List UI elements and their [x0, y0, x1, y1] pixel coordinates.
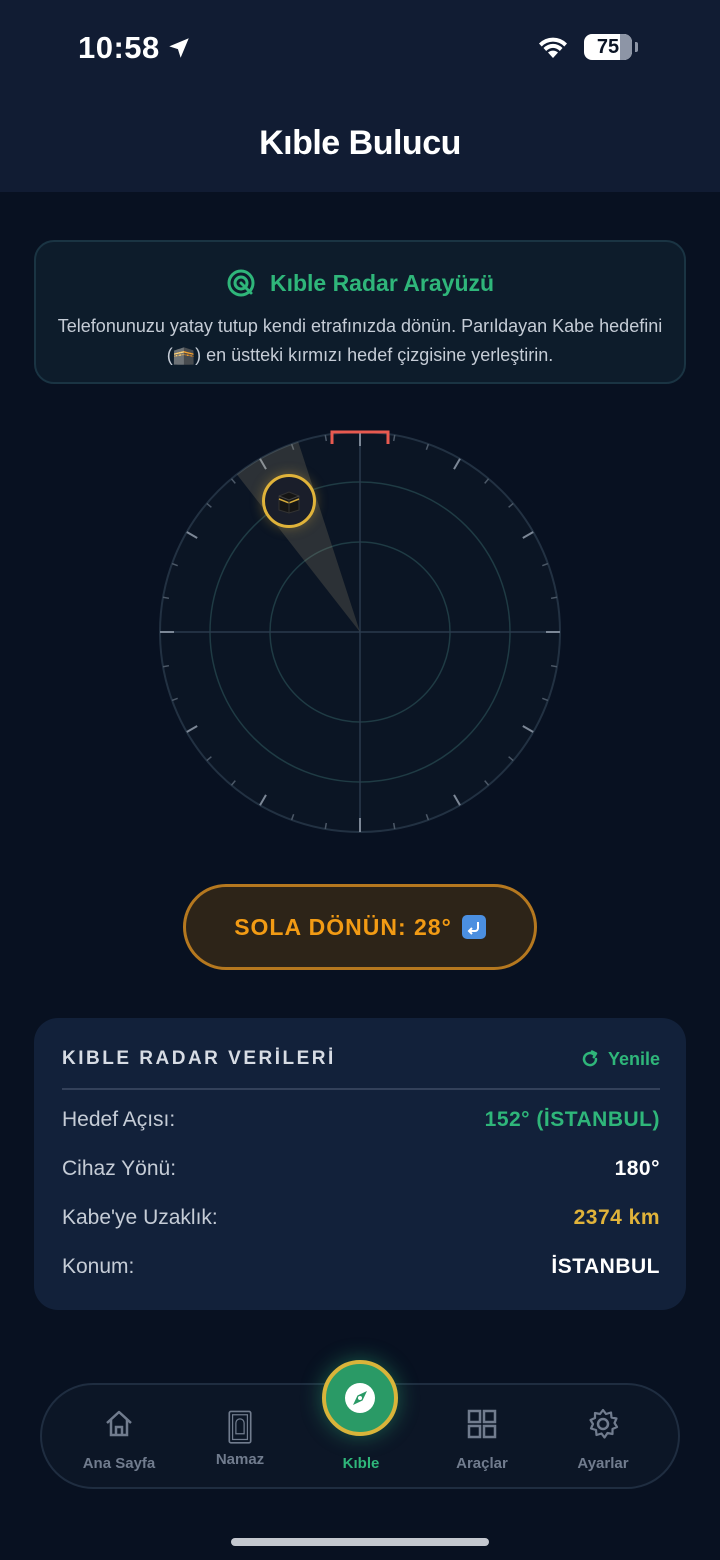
info-card-title: Kıble Radar Arayüzü: [269, 269, 495, 296]
data-card-divider: [62, 1088, 660, 1090]
nav-item-settings[interactable]: Ayarlar: [543, 1385, 663, 1491]
status-icons: 75: [536, 34, 638, 60]
data-row-distance: Kabe'ye Uzaklık: 2374 km: [62, 1206, 660, 1230]
turn-direction-button[interactable]: SOLA DÖNÜN: 28°: [183, 884, 537, 970]
nav-label: Araçlar: [456, 1455, 508, 1472]
location-arrow-icon: [169, 38, 189, 58]
data-row-target-angle: Hedef Açısı: 152° (İSTANBUL): [62, 1108, 660, 1132]
radar-tick: [324, 822, 328, 830]
nav-item-home[interactable]: Ana Sayfa: [59, 1385, 179, 1491]
data-row-label: Konum:: [62, 1255, 135, 1278]
page-title: Kıble Bulucu: [259, 124, 461, 162]
nav-item-prayer[interactable]: Namaz: [180, 1385, 300, 1491]
data-row-value: 152° (İSTANBUL): [484, 1108, 660, 1131]
nav-item-tools[interactable]: Araçlar: [422, 1385, 542, 1491]
home-icon: [106, 1410, 132, 1437]
app-header: 10:58 75 Kıble Bulucu: [0, 0, 720, 192]
data-row-value: İSTANBUL: [551, 1255, 660, 1278]
nav-label: Ana Sayfa: [82, 1455, 156, 1472]
qibla-radar: [159, 430, 561, 833]
compass-icon: [345, 1383, 375, 1413]
data-row-label: Cihaz Yönü:: [62, 1157, 177, 1180]
turn-direction-label: SOLA DÖNÜN: 28°: [234, 913, 452, 940]
battery-level: 75: [596, 35, 620, 58]
radar-tick: [550, 596, 558, 600]
info-card-text: Telefonunuzu yatay tutup kendi etrafınız…: [57, 316, 663, 365]
refresh-icon: [582, 1050, 598, 1067]
kaaba-marker: [262, 474, 316, 528]
status-time: 10:58: [78, 30, 192, 66]
battery-indicator: 75: [584, 34, 638, 60]
wifi-icon: [536, 34, 570, 60]
data-card-header: KIBLE RADAR VERİLERİ Yenile: [62, 1048, 660, 1070]
refresh-label: Yenile: [607, 1048, 660, 1069]
status-bar: 10:58 75: [0, 0, 720, 96]
nav-label: Ayarlar: [577, 1455, 629, 1472]
info-card-header: Kıble Radar Arayüzü: [36, 268, 684, 298]
data-row-value: 180°: [614, 1157, 660, 1180]
qibla-nav-button[interactable]: [322, 1360, 398, 1436]
radar-data-card: KIBLE RADAR VERİLERİ Yenile Hedef Açısı:…: [34, 1018, 686, 1310]
nav-label: Namaz: [215, 1451, 265, 1468]
data-row-location: Konum: İSTANBUL: [62, 1255, 660, 1279]
radar-target-icon: [227, 269, 255, 297]
prayer-mat-icon: [228, 1410, 252, 1444]
radar-tick: [162, 664, 170, 668]
home-indicator: [231, 1538, 489, 1546]
data-row-label: Hedef Açısı:: [62, 1108, 176, 1131]
data-row-label: Kabe'ye Uzaklık:: [62, 1206, 218, 1229]
refresh-button[interactable]: Yenile: [580, 1049, 660, 1070]
radar-tick: [162, 596, 170, 600]
radar-tick: [324, 434, 328, 442]
info-card: Kıble Radar Arayüzü Telefonunuzu yatay t…: [34, 240, 686, 384]
turn-left-icon: [461, 915, 486, 939]
data-row-device-heading: Cihaz Yönü: 180°: [62, 1157, 660, 1181]
data-card-title: KIBLE RADAR VERİLERİ: [62, 1048, 336, 1069]
grid-icon: [467, 1409, 497, 1439]
kaaba-icon: [278, 491, 300, 514]
radar-tick: [392, 822, 396, 830]
data-row-value: 2374 km: [573, 1206, 660, 1229]
nav-label: Kıble: [342, 1455, 380, 1472]
time-text: 10:58: [78, 30, 160, 65]
gear-icon: [589, 1408, 619, 1439]
radar-tick: [392, 434, 396, 442]
radar-tick: [550, 664, 558, 668]
